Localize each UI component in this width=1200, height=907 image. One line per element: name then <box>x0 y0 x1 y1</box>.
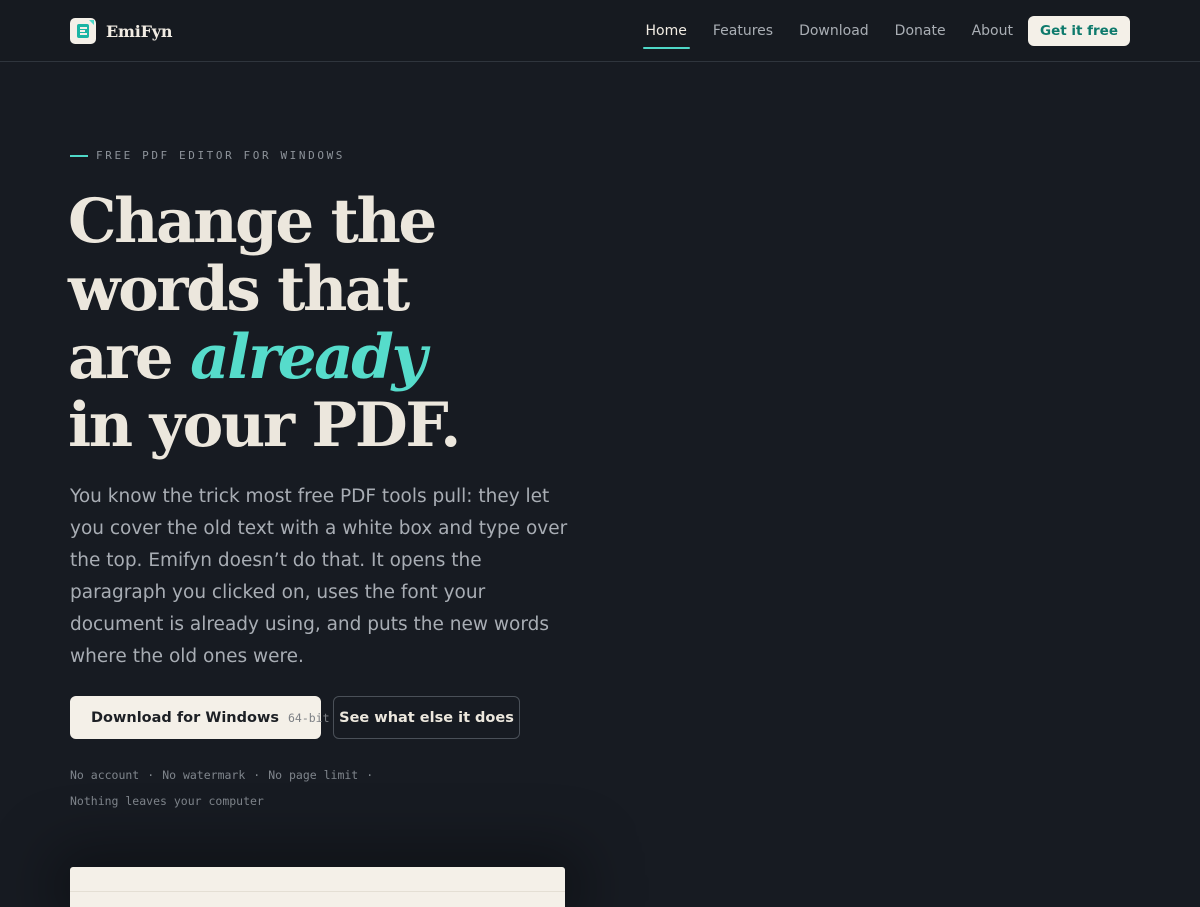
headline-line-3-start: are <box>68 322 191 393</box>
perk-separator: · <box>147 768 155 782</box>
see-features-button[interactable]: See what else it does <box>333 696 520 739</box>
perk-item: No watermark <box>162 768 246 782</box>
nav-link-about[interactable]: About <box>972 16 1013 46</box>
nav-links: Home Features Download Donate About Get … <box>642 16 1130 49</box>
headline-line-4: in your PDF. <box>68 390 461 461</box>
app-preview-window <box>70 867 565 907</box>
top-navbar: EmiFyn Home Features Download Donate Abo… <box>0 0 1200 62</box>
brand[interactable]: EmiFyn <box>70 18 172 44</box>
nav-link-download[interactable]: Download <box>799 16 869 46</box>
nav-link-donate[interactable]: Donate <box>895 16 946 46</box>
perk-separator: · <box>366 768 374 782</box>
eyebrow-dash <box>70 154 88 157</box>
headline-line-1: Change the <box>68 186 437 257</box>
perks-list: No account · No watermark · No page limit · N… <box>70 762 450 814</box>
get-it-free-button[interactable]: Get it free <box>1027 16 1130 46</box>
perk-separator: · <box>253 768 261 782</box>
perk-item: No page limit <box>268 768 359 782</box>
nav-link-home[interactable]: Home <box>642 16 691 49</box>
hero-headline: Change the words that are already in you… <box>68 188 588 460</box>
eyebrow: FREE PDF EDITOR FOR WINDOWS <box>70 149 345 162</box>
perk-item: No account <box>70 768 140 782</box>
headline-accent: already <box>190 322 427 393</box>
perk-item: Nothing leaves your computer <box>70 794 264 808</box>
download-button-label: Download for Windows <box>91 709 279 726</box>
emifyn-logo-icon <box>70 18 96 44</box>
nav-link-features[interactable]: Features <box>713 16 773 46</box>
eyebrow-text: FREE PDF EDITOR FOR WINDOWS <box>96 149 346 162</box>
download-for-windows-button[interactable]: Download for Windows 64-bit <box>70 696 330 739</box>
preview-divider <box>70 891 565 892</box>
hero-lead: You know the trick most free PDF tools p… <box>70 486 568 667</box>
headline-line-2: words that <box>68 254 410 325</box>
download-button-arch-tag: 64-bit <box>287 710 330 725</box>
brand-name: EmiFyn <box>106 21 173 41</box>
